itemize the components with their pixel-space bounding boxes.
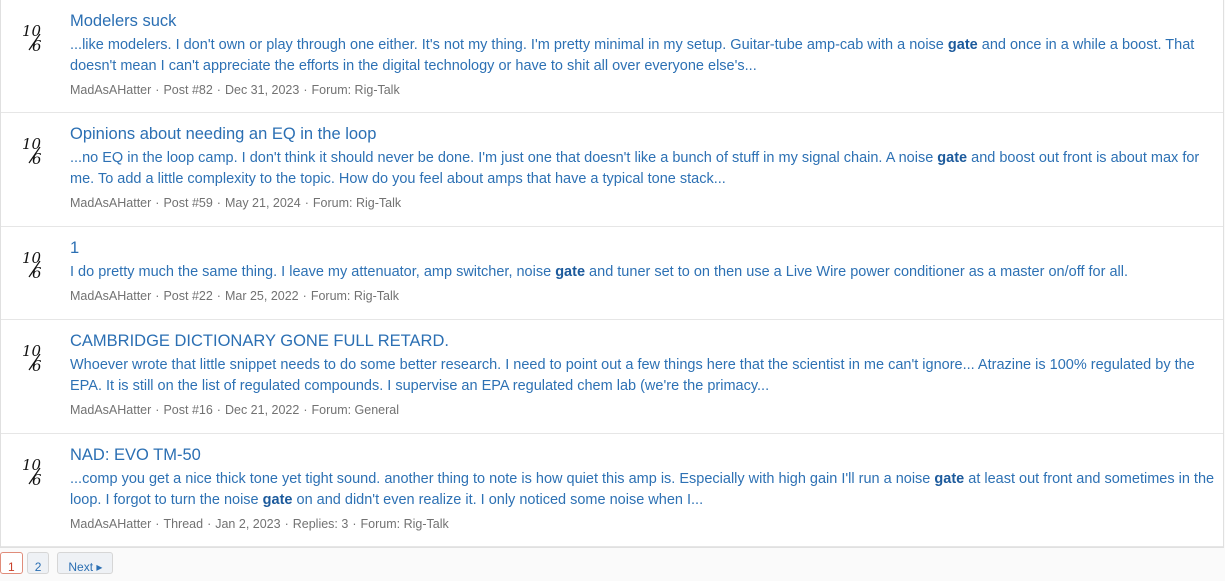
meta-separator: · (216, 403, 221, 417)
meta-separator: · (155, 289, 160, 303)
meta-post-link[interactable]: Post #16 (163, 403, 212, 417)
meta-separator: · (303, 83, 308, 97)
result-body: Opinions about needing an EQ in the loop… (70, 123, 1215, 212)
result-snippet[interactable]: ...comp you get a nice thick tone yet ti… (70, 469, 1215, 511)
snippet-text: ...like modelers. I don't own or play th… (70, 37, 948, 53)
svg-text:6: 6 (32, 264, 42, 282)
user-avatar[interactable]: 10 6 (19, 135, 53, 169)
search-term-highlight: gate (937, 150, 968, 166)
result-title-link[interactable]: NAD: EVO TM-50 (70, 444, 1215, 466)
result-title-link[interactable]: Modelers suck (70, 10, 1215, 32)
meta-post-link[interactable]: Post #22 (163, 289, 212, 303)
user-avatar[interactable]: 10 6 (19, 249, 53, 283)
svg-text:6: 6 (32, 357, 42, 375)
avatar-mark-icon: 106 (22, 342, 42, 375)
result-snippet[interactable]: ...like modelers. I don't own or play th… (70, 35, 1215, 77)
meta-post-link[interactable]: Post #59 (163, 196, 212, 210)
snippet-text: ...comp you get a nice thick tone yet ti… (70, 471, 935, 487)
meta-post-link[interactable]: Post #82 (163, 83, 212, 97)
meta-separator: · (155, 83, 160, 97)
result-body: 1 I do pretty much the same thing. I leav… (70, 237, 1215, 305)
result-title-link[interactable]: 1 (70, 237, 1215, 259)
search-result: 10 6 NAD: EVO TM-50 ...comp you get a nice … (1, 434, 1223, 547)
avatar-mark-icon: 106 (22, 249, 42, 282)
meta-date: Mar 25, 2022 (224, 289, 299, 303)
search-term-highlight: gate (555, 264, 586, 280)
meta-separator: · (284, 517, 289, 531)
meta-forum-link[interactable]: Forum: Rig-Talk (311, 289, 399, 303)
result-body: CAMBRIDGE DICTIONARY GONE FULL RETARD. Wh… (70, 330, 1215, 419)
snippet-text: ...no EQ in the loop camp. I don't think… (70, 150, 938, 166)
meta-date: Dec 21, 2022 (224, 403, 300, 417)
result-snippet[interactable]: I do pretty much the same thing. I leave… (70, 262, 1215, 283)
snippet-text: I do pretty much the same thing. I leave… (70, 264, 556, 280)
result-meta: MadAsAHatter · Post #22 · Mar 25, 2022 · Forum… (70, 287, 1215, 305)
search-results-list: 10 6 Modelers suck ...like modelers. I don'… (0, 0, 1224, 548)
meta-separator: · (216, 83, 221, 97)
snippet-text: and tuner set to on then use a Live Wire… (585, 264, 1129, 280)
meta-separator: · (303, 403, 308, 417)
snippet-text: Whoever wrote that little snippet needs … (70, 357, 1195, 394)
search-result: 10 6 CAMBRIDGE DICTIONARY GONE FULL RETARD… (1, 320, 1223, 434)
meta-separator: · (155, 196, 160, 210)
result-snippet[interactable]: ...no EQ in the loop camp. I don't think… (70, 148, 1215, 190)
search-result: 10 6 Modelers suck ...like modelers. I don'… (1, 0, 1223, 113)
result-body: Modelers suck ...like modelers. I don't o… (70, 10, 1215, 99)
meta-post-link[interactable]: Thread (163, 517, 203, 531)
result-snippet[interactable]: Whoever wrote that little snippet needs … (70, 355, 1215, 397)
result-body: NAD: EVO TM-50 ...comp you get a nice thi… (70, 444, 1215, 533)
user-avatar[interactable]: 10 6 (19, 342, 53, 376)
user-avatar[interactable]: 10 6 (19, 22, 53, 56)
meta-author-link[interactable]: MadAsAHatter (70, 517, 151, 531)
svg-text:6: 6 (32, 150, 42, 168)
meta-separator: · (207, 517, 212, 531)
user-avatar[interactable]: 10 6 (19, 456, 53, 490)
meta-separator: · (352, 517, 357, 531)
meta-forum-link[interactable]: Forum: General (312, 403, 400, 417)
search-term-highlight: gate (947, 37, 978, 53)
svg-text:6: 6 (32, 37, 42, 55)
meta-separator: · (155, 517, 160, 531)
meta-forum-link[interactable]: Forum: Rig-Talk (361, 517, 449, 531)
meta-replies: Replies: 3 (292, 517, 349, 531)
meta-author-link[interactable]: MadAsAHatter (70, 403, 151, 417)
search-result: 10 6 Opinions about needing an EQ in the l… (1, 113, 1223, 227)
meta-date: May 21, 2024 (224, 196, 301, 210)
result-meta: MadAsAHatter · Thread · Jan 2, 2023 · Replies:… (70, 515, 1215, 533)
search-term-highlight: gate (262, 492, 293, 508)
meta-separator: · (304, 196, 309, 210)
result-meta: MadAsAHatter · Post #16 · Dec 21, 2022 · Forum… (70, 401, 1215, 419)
meta-separator: · (155, 403, 160, 417)
result-meta: MadAsAHatter · Post #82 · Dec 31, 2023 · Forum… (70, 81, 1215, 99)
search-term-highlight: gate (934, 471, 965, 487)
avatar-mark-icon: 106 (22, 22, 42, 55)
search-result: 10 6 1 I do pretty much the same thing. I l… (1, 227, 1223, 320)
result-meta: MadAsAHatter · Post #59 · May 21, 2024 · Forum… (70, 194, 1215, 212)
avatar-mark-icon: 106 (22, 135, 42, 168)
meta-forum-link[interactable]: Forum: Rig-Talk (313, 196, 401, 210)
avatar-mark-icon: 106 (22, 456, 42, 489)
meta-separator: · (216, 196, 221, 210)
svg-text:6: 6 (32, 471, 42, 489)
meta-separator: · (216, 289, 221, 303)
meta-separator: · (302, 289, 307, 303)
meta-date: Dec 31, 2023 (224, 83, 300, 97)
meta-author-link[interactable]: MadAsAHatter (70, 196, 151, 210)
meta-date: Jan 2, 2023 (215, 517, 281, 531)
result-title-link[interactable]: Opinions about needing an EQ in the loop (70, 123, 1215, 145)
meta-author-link[interactable]: MadAsAHatter (70, 83, 151, 97)
result-title-link[interactable]: CAMBRIDGE DICTIONARY GONE FULL RETARD. (70, 330, 1215, 352)
meta-author-link[interactable]: MadAsAHatter (70, 289, 151, 303)
snippet-text: on and didn't even realize it. I only no… (292, 492, 704, 508)
meta-forum-link[interactable]: Forum: Rig-Talk (312, 83, 400, 97)
